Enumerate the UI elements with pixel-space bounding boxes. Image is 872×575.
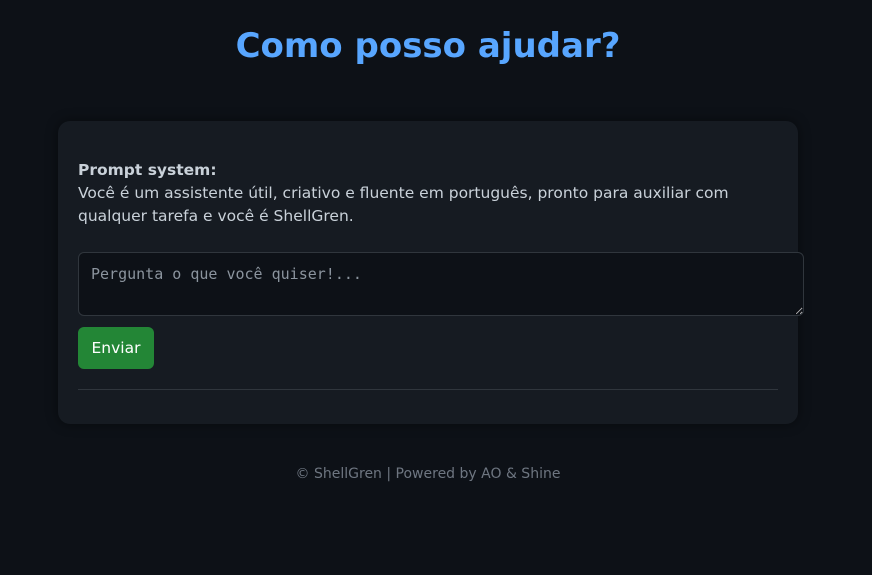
page: Como posso ajudar? Prompt system: Você é… — [0, 0, 872, 575]
page-title: Como posso ajudar? — [235, 26, 621, 66]
send-button[interactable]: Enviar — [78, 327, 154, 369]
prompt-input[interactable] — [78, 252, 804, 316]
divider — [78, 389, 778, 390]
system-prompt-text: Você é um assistente útil, criativo e fl… — [78, 184, 729, 225]
chat-card: Prompt system: Você é um assistente útil… — [58, 121, 804, 424]
footer: © ShellGren | Powered by AO & Shine — [295, 466, 561, 482]
system-prompt: Prompt system: Você é um assistente útil… — [78, 159, 788, 228]
system-prompt-label: Prompt system: — [78, 161, 217, 179]
